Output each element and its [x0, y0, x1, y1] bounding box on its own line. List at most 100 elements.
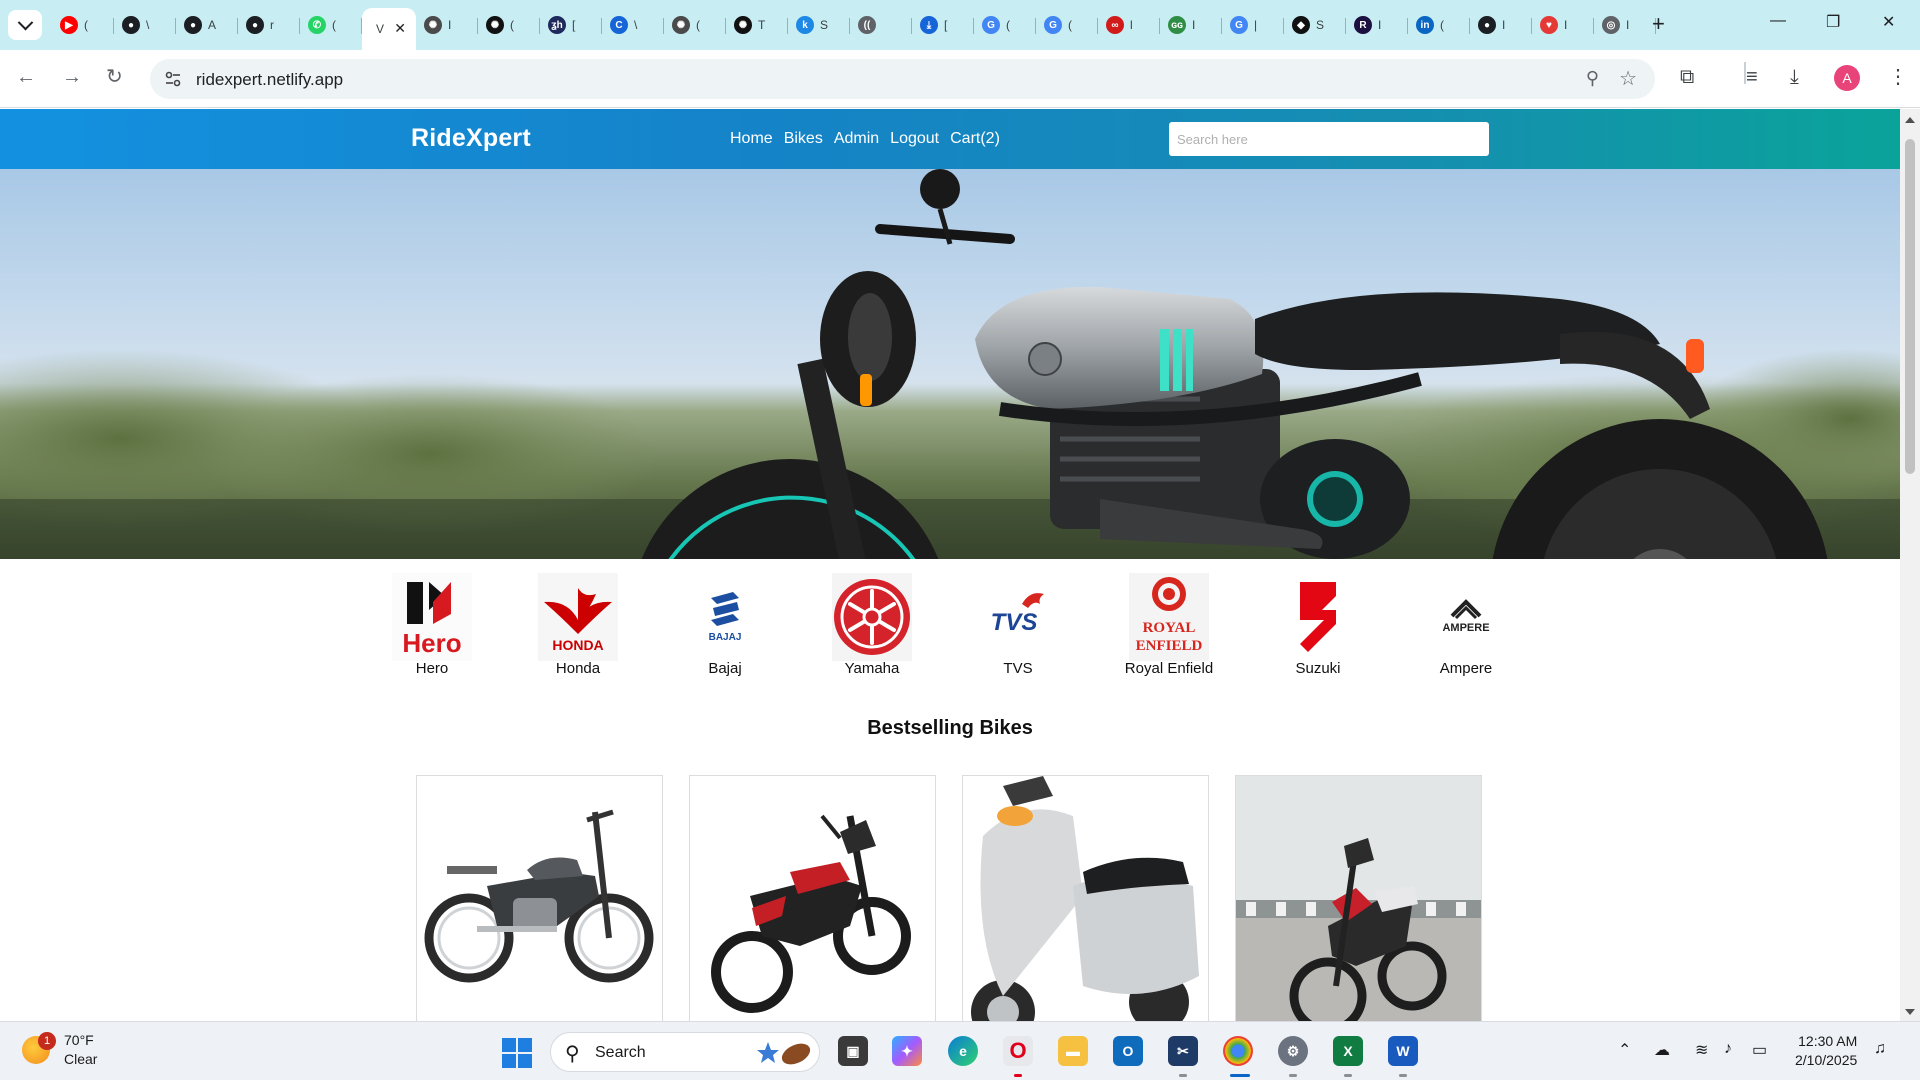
- bike-card[interactable]: [689, 775, 936, 1021]
- opera-icon[interactable]: O: [1003, 1036, 1033, 1066]
- tray-overflow-icon[interactable]: ⌃: [1618, 1040, 1631, 1060]
- file-explorer-icon[interactable]: ▬: [1058, 1036, 1088, 1066]
- svg-text:TVS: TVS: [991, 609, 1038, 636]
- site-logo[interactable]: RideXpert: [411, 124, 531, 153]
- close-window-button[interactable]: ✕: [1882, 12, 1895, 32]
- forward-button[interactable]: →: [62, 65, 82, 89]
- word-icon[interactable]: W: [1388, 1036, 1418, 1066]
- bike-card[interactable]: [416, 775, 663, 1021]
- new-tab-button[interactable]: +: [1652, 12, 1665, 36]
- browser-tab[interactable]: ● \: [114, 8, 176, 42]
- notification-bell-icon[interactable]: ♫: [1874, 1040, 1886, 1058]
- site-search-input[interactable]: [1169, 122, 1489, 156]
- extensions-icon[interactable]: ⧉: [1680, 65, 1694, 89]
- browser-tab[interactable]: kS: [788, 8, 850, 42]
- brand-hero[interactable]: Hero Hero: [372, 573, 492, 677]
- browser-menu-icon[interactable]: ⋮: [1888, 65, 1908, 89]
- browser-tab[interactable]: ▶(: [52, 8, 114, 42]
- volume-icon[interactable]: ♪: [1724, 1040, 1732, 1058]
- close-tab-icon[interactable]: ✕: [394, 20, 406, 37]
- edge-icon[interactable]: e: [948, 1036, 978, 1066]
- browser-tab[interactable]: ((: [850, 8, 912, 42]
- url-text[interactable]: ridexpert.netlify.app: [196, 70, 343, 90]
- nav-cart-link[interactable]: Cart(2): [950, 130, 1000, 148]
- browser-tab[interactable]: ∞ l: [1098, 8, 1160, 42]
- media-control-icon[interactable]: ≡: [1746, 65, 1758, 89]
- bike-card[interactable]: [1235, 775, 1482, 1021]
- browser-tab[interactable]: C \: [602, 8, 664, 42]
- brand-royal-enfield[interactable]: ROYAL ENFIELD Royal Enfield: [1109, 573, 1229, 677]
- tab-title: T: [758, 18, 766, 32]
- brand-suzuki[interactable]: Suzuki: [1258, 573, 1378, 677]
- snipping-tool-icon[interactable]: ✂: [1168, 1036, 1198, 1066]
- tab-title: (: [1006, 18, 1010, 32]
- tab-title: (: [510, 18, 514, 32]
- browser-tab[interactable]: G(: [1036, 8, 1098, 42]
- chrome-icon[interactable]: [1223, 1036, 1253, 1066]
- brand-yamaha[interactable]: Yamaha: [812, 573, 932, 677]
- browser-tab[interactable]: G |: [1222, 8, 1284, 42]
- restore-button[interactable]: ❐: [1826, 12, 1840, 32]
- address-bar[interactable]: ridexpert.netlify.app ⚲ ☆: [150, 59, 1655, 99]
- scroll-down-arrow-icon[interactable]: [1905, 1009, 1915, 1015]
- tab-search-button[interactable]: [8, 10, 42, 40]
- reload-button[interactable]: ↻: [106, 65, 123, 89]
- brand-bajaj[interactable]: BAJAJ Bajaj: [665, 573, 785, 677]
- nav-logout-link[interactable]: Logout: [890, 130, 939, 148]
- search-highlight-icon: [757, 1042, 811, 1065]
- zoom-icon[interactable]: ⚲: [1586, 68, 1599, 89]
- browser-tab[interactable]: ✺(: [664, 8, 726, 42]
- system-clock[interactable]: 12:30 AM 2/10/2025: [1795, 1032, 1857, 1070]
- browser-tab[interactable]: ◎ I: [1594, 8, 1656, 42]
- bookmark-star-icon[interactable]: ☆: [1619, 66, 1637, 91]
- browser-tab[interactable]: ● I: [1470, 8, 1532, 42]
- shield-icon: ◆: [1292, 16, 1310, 34]
- taskbar-search[interactable]: ⚲ Search: [550, 1032, 820, 1072]
- browser-tab[interactable]: ✺ I: [416, 8, 478, 42]
- browser-tab[interactable]: ✺(: [478, 8, 540, 42]
- profile-avatar[interactable]: A: [1834, 65, 1860, 91]
- brand-ampere[interactable]: AMPERE Ampere: [1406, 573, 1526, 677]
- bike-image: [1236, 776, 1481, 1021]
- outlook-icon[interactable]: O: [1113, 1036, 1143, 1066]
- back-button[interactable]: ←: [16, 65, 36, 89]
- page-scrollbar[interactable]: [1900, 109, 1920, 1021]
- site-info-icon[interactable]: [164, 70, 182, 88]
- browser-tab[interactable]: RI: [1346, 8, 1408, 42]
- brand-tvs[interactable]: TVS TVS: [958, 573, 1078, 677]
- nav-admin-link[interactable]: Admin: [834, 130, 879, 148]
- tab-active[interactable]: V ✕: [362, 8, 416, 50]
- bike-card[interactable]: [962, 775, 1209, 1021]
- ampere-logo-icon: AMPERE: [1426, 573, 1506, 661]
- wifi-icon[interactable]: ≋: [1695, 1040, 1708, 1060]
- onedrive-icon[interactable]: ☁: [1654, 1040, 1670, 1060]
- start-button[interactable]: [502, 1038, 532, 1068]
- copilot-icon[interactable]: ✦: [892, 1036, 922, 1066]
- minimize-button[interactable]: —: [1770, 12, 1786, 30]
- scrollbar-thumb[interactable]: [1905, 139, 1915, 474]
- scroll-up-arrow-icon[interactable]: [1905, 117, 1915, 123]
- browser-tab[interactable]: ✆(: [300, 8, 362, 42]
- browser-tab[interactable]: G(: [974, 8, 1036, 42]
- downloads-icon[interactable]: ⤓: [1790, 65, 1799, 89]
- browser-tab[interactable]: ɢɢ I: [1160, 8, 1222, 42]
- browser-tab[interactable]: ♥ I: [1532, 8, 1594, 42]
- settings-icon[interactable]: ⚙: [1278, 1036, 1308, 1066]
- nav-home-link[interactable]: Home: [730, 130, 773, 148]
- browser-tab[interactable]: ● r: [238, 8, 300, 42]
- browser-tab[interactable]: ◆ S: [1284, 8, 1346, 42]
- browser-tab[interactable]: ✺ T: [726, 8, 788, 42]
- brand-honda[interactable]: HONDA Honda: [518, 573, 638, 677]
- nav-bikes-link[interactable]: Bikes: [784, 130, 823, 148]
- battery-icon[interactable]: ▭: [1752, 1040, 1767, 1060]
- browser-tab[interactable]: ⤓[: [912, 8, 974, 42]
- youtube-icon: ▶: [60, 16, 78, 34]
- excel-icon[interactable]: X: [1333, 1036, 1363, 1066]
- svg-text:AMPERE: AMPERE: [1442, 622, 1489, 634]
- task-view-icon[interactable]: ▣: [838, 1036, 868, 1066]
- page-viewport: RideXpert Home Bikes Admin Logout Cart(2…: [0, 109, 1900, 1021]
- browser-tab[interactable]: ● A: [176, 8, 238, 42]
- browser-tab[interactable]: ʓh [: [540, 8, 602, 42]
- nav-links: Home Bikes Admin Logout Cart(2): [730, 130, 1000, 148]
- browser-tab[interactable]: in (: [1408, 8, 1470, 42]
